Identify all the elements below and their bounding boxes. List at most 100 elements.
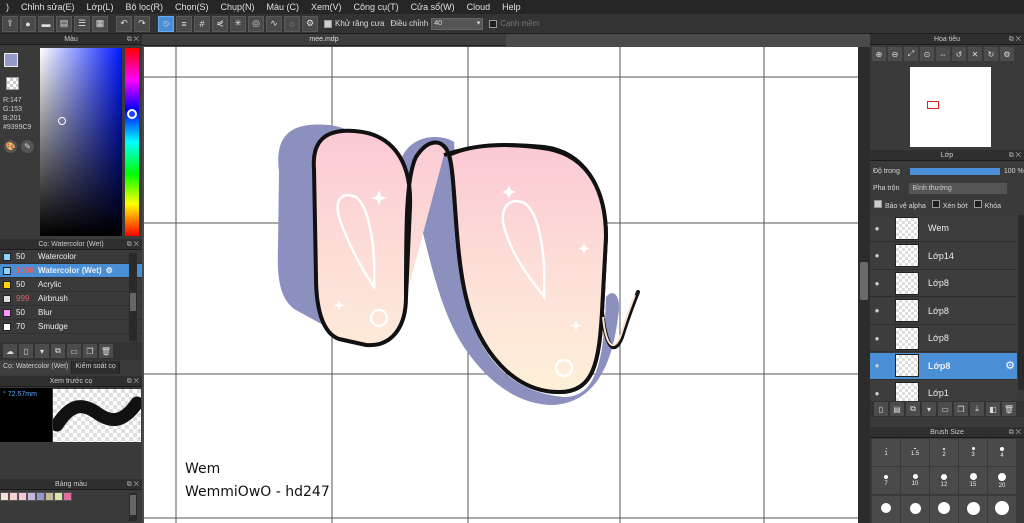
tab-brush-control[interactable]: Kiểm soát cọ <box>72 361 120 374</box>
new-layer-alt-icon[interactable]: ▤ <box>890 402 904 416</box>
brush-settings-icon[interactable]: ⚙ <box>106 266 113 275</box>
layer-delete-icon[interactable]: 🗑 <box>1002 402 1016 416</box>
undo-icon[interactable]: ↶ <box>116 15 132 32</box>
brush-size-cell[interactable]: 12 <box>930 467 958 495</box>
fit-icon[interactable]: ⤢ <box>904 47 918 61</box>
hue-slider-knob[interactable] <box>127 109 137 119</box>
clipping-option[interactable]: Xén bớt <box>931 200 968 210</box>
lock-checkbox[interactable] <box>973 200 982 208</box>
palette-swatch[interactable] <box>27 492 36 501</box>
snap-grid-icon[interactable]: # <box>194 15 210 32</box>
brush-duplicate-icon[interactable]: ❐ <box>83 344 97 358</box>
layer-visibility-icon[interactable]: ● <box>870 251 884 260</box>
palette-swatch[interactable] <box>36 492 45 501</box>
palette-scrollbar[interactable] <box>129 493 137 521</box>
layer-visibility-icon[interactable]: ● <box>870 306 884 315</box>
soft-edge-toggle[interactable]: Cạnh mềm <box>489 19 539 28</box>
snap-parallel-icon[interactable]: ≡ <box>176 15 192 32</box>
snap-radial-icon[interactable]: ✳ <box>230 15 246 32</box>
layer-visibility-icon[interactable]: ● <box>870 361 884 370</box>
brush-size-cell[interactable] <box>901 495 929 523</box>
navigator-viewport-rect[interactable] <box>927 101 939 109</box>
rotate-right-icon[interactable]: ↻ <box>984 47 998 61</box>
panel-close-icon[interactable]: ⧉ ✕ <box>1009 427 1021 438</box>
brush-size-cell[interactable] <box>988 495 1016 523</box>
panel-close-icon[interactable]: ⧉ ✕ <box>127 34 139 45</box>
menu-cloud[interactable]: Cloud <box>461 2 497 12</box>
brush-size-cell[interactable]: 3 <box>959 439 987 466</box>
brush-size-cell[interactable] <box>959 495 987 523</box>
brush-size-cell[interactable]: 2 <box>930 439 958 466</box>
brush-cloud-icon[interactable]: ☁ <box>3 344 17 358</box>
transparent-color-swatch[interactable] <box>6 77 19 90</box>
comment-icon[interactable]: ▬ <box>38 15 54 32</box>
tab-brush[interactable]: Cọ: Watercolor (Wet) <box>0 361 73 374</box>
brush-item[interactable]: 70 Smudge <box>0 320 142 334</box>
menu-capture[interactable]: Chụp(N) <box>215 2 261 12</box>
menu-view[interactable]: Xem(V) <box>305 2 348 12</box>
settings-icon[interactable]: ⚙ <box>1000 47 1014 61</box>
main-color-swatch[interactable] <box>4 53 18 67</box>
layer-row[interactable]: ● Lớp8 <box>870 270 1017 297</box>
layer-folder-icon[interactable]: ▭ <box>938 402 952 416</box>
snap-off-icon[interactable]: ⦸ <box>158 15 174 32</box>
share-icon[interactable]: ⇪ <box>2 15 18 32</box>
grid-tool-icon[interactable]: ▦ <box>92 15 108 32</box>
brush-item[interactable]: 1000 Watercolor (Wet) ⚙ <box>0 264 142 278</box>
layer-row[interactable]: ● Lớp8 <box>870 297 1017 325</box>
menu-edit[interactable]: Chỉnh sửa(E) <box>15 2 81 12</box>
layer-copy-icon[interactable]: ⧉ <box>906 402 920 416</box>
document-icon[interactable]: ▤ <box>56 15 72 32</box>
palette-swatch[interactable] <box>45 492 54 501</box>
layer-visibility-icon[interactable]: ● <box>870 389 884 398</box>
zoom-in-icon[interactable]: ⊕ <box>872 47 886 61</box>
brush-size-cell[interactable]: 20 <box>988 467 1016 495</box>
layer-add-dropdown-icon[interactable]: ▾ <box>922 402 936 416</box>
palette-icon[interactable]: 🎨 <box>4 140 17 153</box>
brush-size-cell[interactable]: 1 <box>872 439 900 466</box>
panel-close-icon[interactable]: ⧉ ✕ <box>1009 34 1021 45</box>
panel-close-icon[interactable]: ⧉ ✕ <box>127 479 139 490</box>
layer-row[interactable]: ● Wem <box>870 215 1017 242</box>
eyedropper-icon[interactable]: ✎ <box>21 140 34 153</box>
snap-circle-icon[interactable]: ◎ <box>248 15 264 32</box>
palette-swatch[interactable] <box>0 492 9 501</box>
layer-mask-icon[interactable]: ◧ <box>986 402 1000 416</box>
palette-swatch[interactable] <box>9 492 18 501</box>
palette-swatch[interactable] <box>63 492 72 501</box>
protect-alpha-option[interactable]: Bảo vệ alpha <box>874 200 926 210</box>
menu-window[interactable]: Cửa sổ(W) <box>405 2 461 12</box>
snap-ring-icon[interactable]: ◌ <box>284 15 300 32</box>
reset-view-icon[interactable]: ✕ <box>968 47 982 61</box>
brush-size-cell[interactable]: 4 <box>988 439 1016 466</box>
menu-filter[interactable]: Bộ lọc(R) <box>119 2 169 12</box>
panel-close-icon[interactable]: ⧉ ✕ <box>127 239 139 250</box>
panel-close-icon[interactable]: ⧉ ✕ <box>127 376 139 387</box>
flip-icon[interactable]: ⇔ <box>936 47 950 61</box>
scroll-thumb[interactable] <box>130 293 136 311</box>
snap-vanish-icon[interactable]: ⋞ <box>212 15 228 32</box>
panel-close-icon[interactable]: ⧉ ✕ <box>1009 150 1021 161</box>
layer-row[interactable]: ● Lớp14 <box>870 242 1017 270</box>
snap-settings-icon[interactable]: ⚙ <box>302 15 318 32</box>
brush-item[interactable]: 999 Airbrush <box>0 292 142 306</box>
soft-edge-checkbox[interactable] <box>489 19 498 28</box>
layer-list-scrollbar[interactable] <box>1018 215 1024 390</box>
brush-size-cell[interactable] <box>930 495 958 523</box>
antialias-checkbox[interactable] <box>324 19 332 28</box>
protect-alpha-checkbox[interactable] <box>874 200 882 208</box>
menu-help[interactable]: Help <box>496 2 527 12</box>
new-layer-icon[interactable]: ▯ <box>874 402 888 416</box>
redo-icon[interactable]: ↷ <box>134 15 150 32</box>
layer-visibility-icon[interactable]: ● <box>870 334 884 343</box>
actual-size-icon[interactable]: ⊙ <box>920 47 934 61</box>
brush-copy-icon[interactable]: ⧉ <box>51 344 65 358</box>
navigator-thumbnail[interactable] <box>910 67 991 147</box>
layer-duplicate-icon[interactable]: ❐ <box>954 402 968 416</box>
list-icon[interactable]: ☰ <box>74 15 90 32</box>
clipping-checkbox[interactable] <box>931 200 940 208</box>
color-picker-knob[interactable] <box>58 117 66 125</box>
brush-list-scrollbar[interactable] <box>129 253 137 341</box>
new-brush-icon[interactable]: ▯ <box>19 344 33 358</box>
zoom-out-icon[interactable]: ⊖ <box>888 47 902 61</box>
